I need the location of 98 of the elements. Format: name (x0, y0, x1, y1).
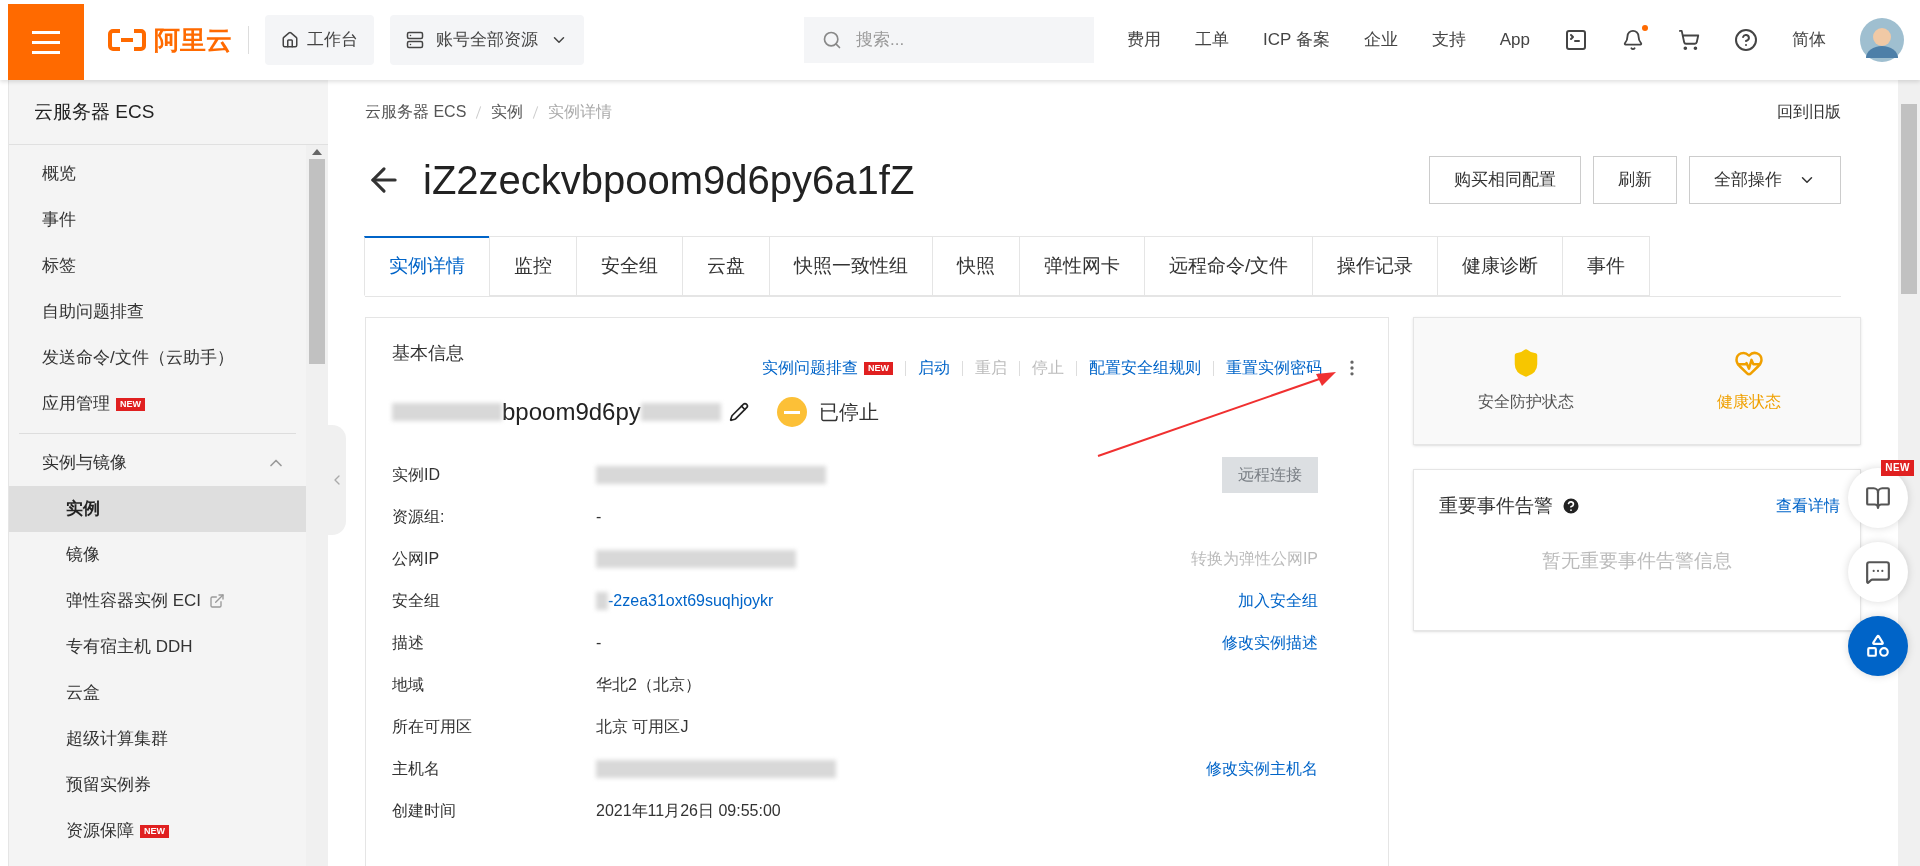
scrollbar-thumb[interactable] (309, 159, 325, 364)
field-value: 华北2（北京） (596, 675, 701, 695)
edit-icon[interactable] (728, 402, 749, 422)
tab[interactable]: 弹性网卡 (1019, 236, 1145, 296)
nav-link[interactable]: ICP 备案 (1263, 27, 1330, 53)
sidebar-item[interactable]: 自助问题排查 (9, 289, 306, 335)
nav-link[interactable]: 费用 (1127, 27, 1161, 53)
new-badge: NEW (140, 824, 169, 838)
field-label: 公网IP (392, 549, 441, 569)
sidebar-title: 云服务器 ECS (9, 80, 328, 145)
sidebar-item[interactable]: 资源保障 NEW (9, 808, 306, 854)
action-link[interactable]: 配置安全组规则 (1089, 356, 1201, 380)
actions-dropdown[interactable]: 全部操作 (1689, 156, 1841, 204)
card-title: 基本信息 (392, 342, 464, 365)
field-label: 安全组 (392, 591, 441, 611)
field-label: 实例ID (392, 465, 441, 485)
field-label: 资源组: (392, 507, 446, 527)
tab[interactable]: 健康诊断 (1437, 236, 1564, 296)
sidebar-item[interactable]: 预留实例券 (9, 762, 306, 808)
notification-icon[interactable] (1622, 29, 1644, 51)
status-text: 已停止 (818, 400, 879, 425)
page-title: iZ2zeckvbpoom9d6py6a1fZ (423, 157, 915, 204)
language-link[interactable]: 简体 (1792, 27, 1826, 53)
chat-icon (1865, 559, 1891, 585)
tab[interactable]: 云盘 (682, 236, 770, 296)
avatar[interactable] (1860, 18, 1904, 62)
action-link[interactable]: 重置实例密码 (1226, 356, 1322, 380)
sidebar-item[interactable]: 事件 (9, 197, 306, 243)
breadcrumb-link[interactable]: 实例 (491, 100, 524, 124)
sidebar-item[interactable]: 云盒 (9, 670, 306, 716)
field-value: - (596, 633, 602, 653)
tab[interactable]: 事件 (1562, 236, 1651, 296)
row-action-link[interactable]: 加入安全组 (1238, 589, 1318, 613)
tab[interactable]: 远程命令/文件 (1144, 236, 1314, 296)
security-group-link[interactable]: -2zea31oxt69suqhjoykr (608, 589, 774, 613)
scrollbar-thumb[interactable] (1901, 104, 1917, 294)
sidebar-item[interactable]: 发送命令/文件（云助手） (9, 335, 306, 381)
sidebar-item[interactable]: 超级计算集群 (9, 716, 306, 762)
empty-message: 暂无重要事件告警信息 (1541, 548, 1733, 573)
card-title: 重要事件告警 (1439, 494, 1553, 518)
book-icon (1865, 485, 1891, 511)
instance-name: bpoom9d6py (502, 397, 641, 427)
header-button[interactable]: 购买相同配置 (1429, 156, 1581, 204)
status-label[interactable]: 安全防护状态 (1477, 390, 1574, 414)
tab[interactable]: 快照 (932, 236, 1020, 296)
nav-link[interactable]: App (1499, 27, 1530, 53)
view-details-link[interactable]: 查看详情 (1776, 494, 1840, 519)
sidebar-item[interactable]: 标签 (9, 243, 306, 289)
tab[interactable]: 快照一致性组 (769, 236, 933, 296)
row-action-link[interactable]: 修改实例描述 (1222, 631, 1318, 655)
sidebar-item[interactable]: 弹性容器实例 ECI (9, 578, 306, 624)
help-icon[interactable] (1734, 28, 1758, 52)
server-icon (406, 31, 424, 49)
field-label: 所在可用区 (392, 717, 473, 737)
stopped-icon (776, 397, 807, 427)
scrollbar[interactable] (306, 145, 328, 866)
field-label: 地域 (392, 675, 425, 695)
search-field[interactable]: 搜索... (804, 17, 1094, 63)
sidebar-item[interactable]: 实例 (9, 486, 306, 532)
action-link[interactable]: 启动 (918, 356, 950, 380)
collapse-handle[interactable] (328, 425, 346, 535)
sidebar-item[interactable]: 专有宿主机 DDH (9, 624, 306, 670)
nav-link[interactable]: 企业 (1363, 27, 1398, 53)
menu-button[interactable] (8, 4, 84, 80)
apps-icon (1865, 633, 1891, 659)
resources-dropdown[interactable]: 账号全部资源 (390, 15, 584, 65)
nav-link[interactable]: 工单 (1195, 27, 1229, 53)
row-action-link[interactable]: 修改实例主机名 (1206, 757, 1318, 781)
sidebar-group[interactable]: 实例与镜像 (9, 440, 306, 486)
tab[interactable]: 实例详情 (364, 236, 490, 296)
field-value: 2021年11月26日 09:55:00 (596, 801, 781, 821)
field-value: 北京 可用区J (596, 717, 689, 737)
new-badge: NEW (1881, 460, 1914, 476)
sidebar-item[interactable]: 镜像 (9, 532, 306, 578)
cart-icon[interactable] (1678, 29, 1700, 51)
field-label: 主机名 (392, 759, 441, 779)
field-value: - (596, 507, 602, 527)
home-icon (281, 31, 299, 49)
tab[interactable]: 安全组 (576, 236, 683, 296)
header-button[interactable]: 刷新 (1593, 156, 1677, 204)
old-version-link[interactable]: 回到旧版 (1777, 100, 1841, 124)
field-label: 创建时间 (392, 801, 457, 821)
field-label: 描述 (392, 633, 425, 653)
tab[interactable]: 操作记录 (1312, 236, 1439, 296)
terminal-icon[interactable] (1564, 28, 1588, 52)
tab[interactable]: 监控 (489, 236, 577, 296)
breadcrumb-link[interactable]: 云服务器 ECS (365, 100, 467, 124)
action-link[interactable]: 实例问题排查 NEW (762, 356, 893, 380)
new-badge: NEW (864, 361, 893, 375)
scroll-up-icon[interactable] (312, 149, 322, 155)
sidebar-item[interactable]: 概览 (9, 151, 306, 197)
search-icon (822, 30, 842, 50)
logo-icon (108, 28, 146, 52)
blurred-value (596, 592, 608, 610)
workbench-button[interactable]: 工作台 (265, 15, 374, 65)
nav-link[interactable]: 支持 (1431, 27, 1466, 53)
sidebar-item[interactable]: 应用管理 NEW (9, 381, 306, 427)
new-badge: NEW (116, 397, 145, 411)
